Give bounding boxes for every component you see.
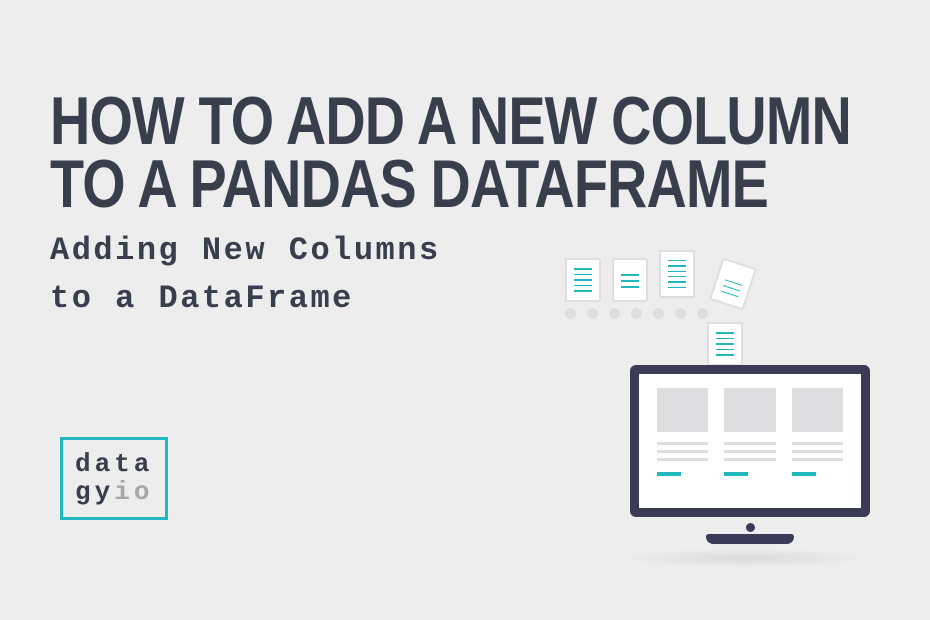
computer-illustration [530,250,890,560]
document-icon [709,258,757,311]
logo-text-data: data [75,449,153,479]
subtitle-line-2: to a DataFrame [50,280,354,317]
logo-line-2: gyio [75,478,153,507]
loading-dots-icon [565,308,708,319]
datagy-logo: data gyio [60,437,168,520]
monitor-icon [630,365,870,545]
shadow-icon [620,548,870,568]
document-icon [565,258,601,302]
monitor-base [706,534,794,544]
monitor-stand [746,523,755,532]
logo-text-gy: gy [75,477,114,507]
document-icon [612,258,648,302]
title-line-2: TO A PANDAS DATAFRAME [50,146,768,222]
page-title: HOW TO ADD A NEW COLUMN TO A PANDAS DATA… [50,90,880,215]
document-icon [707,322,743,366]
logo-text-io: io [114,477,153,507]
logo-line-1: data [75,450,153,479]
document-icon [659,250,695,298]
subtitle-line-1: Adding New Columns [50,232,441,269]
monitor-screen [630,365,870,517]
